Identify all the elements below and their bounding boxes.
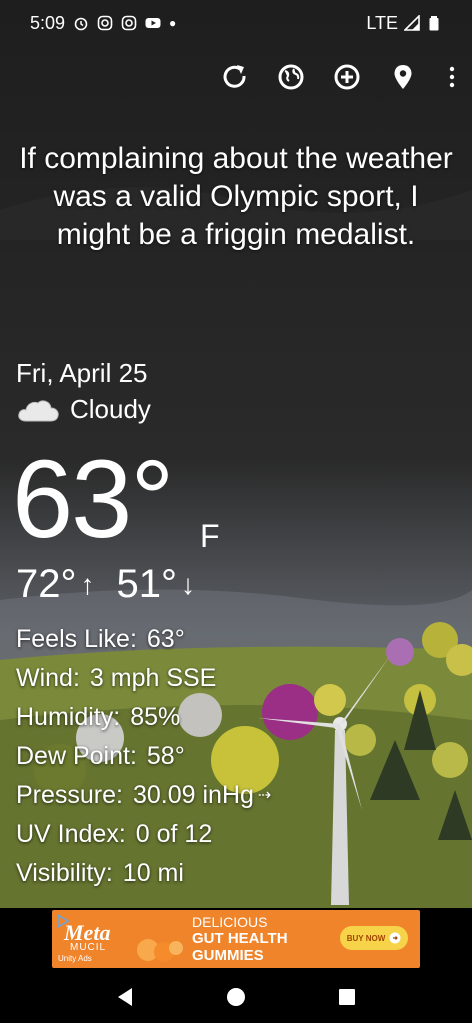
detail-label: UV Index: xyxy=(16,820,126,848)
system-navigation-bar xyxy=(0,970,472,1023)
detail-label: Dew Point: xyxy=(16,742,137,770)
high-low-row: 72° ↑ 51° ↓ xyxy=(16,562,195,607)
detail-pressure: Pressure: 30.09 inHg ⇢ xyxy=(16,776,271,815)
low-temperature: 51° xyxy=(116,562,178,606)
detail-value: 85% xyxy=(130,703,181,731)
detail-value: 58° xyxy=(146,742,185,770)
youtube-icon xyxy=(145,18,161,28)
location-button[interactable] xyxy=(386,60,420,94)
cloud-icon xyxy=(18,399,59,421)
signal-icon xyxy=(404,15,420,31)
ad-cta-label: BUY NOW xyxy=(346,933,386,943)
arrow-right-circle-icon xyxy=(389,932,401,944)
weather-quote: If complaining about the weather was a v… xyxy=(19,142,453,251)
arrow-up-icon: ↑ xyxy=(80,568,95,600)
detail-value: 0 of 12 xyxy=(135,820,213,848)
detail-value: 3 mph SSE xyxy=(89,664,217,692)
add-location-button[interactable] xyxy=(330,60,364,94)
back-icon[interactable] xyxy=(113,985,137,1009)
ad-banner[interactable]: Meta MUCIL Unity Ads DELICIOUS GUT HEALT… xyxy=(52,910,420,968)
weather-details: Feels Like: 63° Wind: 3 mph SSE Humidity… xyxy=(16,620,271,893)
detail-uv-index: UV Index: 0 of 12 xyxy=(16,815,271,854)
refresh-button[interactable] xyxy=(218,60,252,94)
network-type: LTE xyxy=(366,12,398,33)
condition-row: Cloudy xyxy=(16,394,151,425)
recents-icon[interactable] xyxy=(335,985,359,1009)
detail-value: 10 mi xyxy=(122,859,184,887)
detail-value: 30.09 inHg xyxy=(132,781,254,809)
detail-label: Wind: xyxy=(16,664,80,692)
globe-icon xyxy=(278,64,304,90)
more-vert-icon xyxy=(449,66,455,88)
detail-value: 63° xyxy=(146,625,185,653)
globe-button[interactable] xyxy=(274,60,308,94)
temperature-unit: F xyxy=(200,518,220,554)
detail-dew-point: Dew Point: 58° xyxy=(16,737,271,776)
detail-feels-like: Feels Like: 63° xyxy=(16,620,271,659)
ad-headline-1: DELICIOUS xyxy=(192,914,268,930)
battery-icon xyxy=(429,16,439,31)
instagram-icon xyxy=(97,15,113,31)
location-pin-icon xyxy=(394,65,412,89)
add-circle-icon xyxy=(334,64,360,90)
toolbar xyxy=(218,60,462,94)
home-icon[interactable] xyxy=(224,985,248,1009)
alarm-icon xyxy=(74,17,88,31)
detail-label: Feels Like: xyxy=(16,625,137,653)
ad-brand-sub: MUCIL xyxy=(70,942,107,953)
forecast-date: Fri, April 25 xyxy=(16,358,148,388)
ad-headline-2: GUT HEALTH xyxy=(192,930,288,947)
detail-label: Pressure: xyxy=(16,781,123,809)
detail-humidity: Humidity: 85% xyxy=(16,698,271,737)
detail-wind: Wind: 3 mph SSE xyxy=(16,659,271,698)
high-temperature: 72° xyxy=(16,562,77,606)
arrow-down-icon: ↓ xyxy=(181,568,195,600)
status-bar: 5:09 ● LTE xyxy=(0,0,472,46)
detail-label: Visibility: xyxy=(16,859,113,887)
ad-headline-3: GUMMIES xyxy=(192,947,264,964)
instagram-icon xyxy=(121,15,137,31)
detail-label: Humidity: xyxy=(16,703,121,731)
notification-dot-icon: ● xyxy=(169,16,177,30)
current-temperature: 63° xyxy=(12,438,174,561)
refresh-icon xyxy=(223,65,246,88)
pressure-steady-arrow-icon: ⇢ xyxy=(257,787,272,804)
condition-label: Cloudy xyxy=(70,394,151,424)
ad-network-label: Unity Ads xyxy=(58,954,92,963)
ad-buy-now-button[interactable]: BUY NOW xyxy=(340,926,408,950)
overflow-menu-button[interactable] xyxy=(442,60,462,94)
gummies-image xyxy=(137,939,183,962)
detail-visibility: Visibility: 10 mi xyxy=(16,854,271,893)
status-time: 5:09 xyxy=(30,12,66,33)
